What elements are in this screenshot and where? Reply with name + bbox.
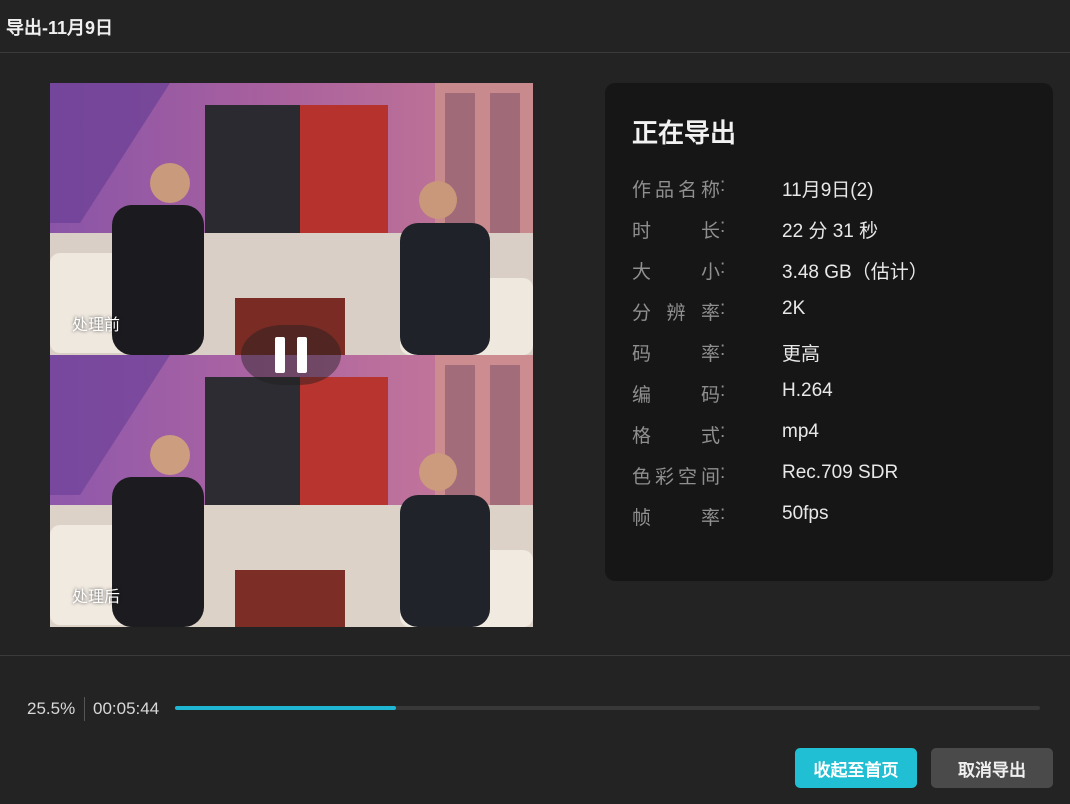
info-key: 大小 bbox=[632, 262, 720, 283]
export-info-panel: 正在导出 作品名称: 11月9日(2) 时长: 22 分 31 秒大小: 3.48 GB… bbox=[605, 83, 1053, 581]
info-key: 格式 bbox=[632, 426, 720, 447]
info-value: 2K bbox=[782, 298, 806, 319]
progress-bar bbox=[175, 706, 1040, 710]
window-title: 导出-11月9日 bbox=[6, 18, 114, 38]
info-row: 作品名称: 11月9日(2) bbox=[632, 175, 1032, 205]
info-value: H.264 bbox=[782, 380, 833, 401]
info-colon: : bbox=[720, 503, 726, 524]
info-value: 50fps bbox=[782, 503, 829, 524]
info-row: 色彩空间: Rec.709 SDR bbox=[632, 462, 1032, 492]
info-key: 时长 bbox=[632, 221, 720, 242]
info-colon: : bbox=[720, 298, 726, 319]
info-colon: : bbox=[720, 462, 726, 483]
info-key: 帧率 bbox=[632, 508, 720, 529]
info-value: 22 分 31 秒 bbox=[782, 221, 879, 242]
label-after: 处理后 bbox=[72, 589, 121, 606]
info-value: Rec.709 SDR bbox=[782, 462, 899, 483]
video-frame-image bbox=[50, 83, 533, 355]
info-value: mp4 bbox=[782, 421, 819, 442]
info-key: 作品名称 bbox=[632, 180, 720, 201]
label-before: 处理前 bbox=[72, 317, 121, 334]
video-preview: 处理前 处理后 bbox=[50, 83, 533, 627]
preview-frame-before: 处理前 bbox=[50, 83, 533, 355]
collapse-to-home-button[interactable]: 收起至首页 bbox=[795, 748, 917, 788]
info-row: 格式: mp4 bbox=[632, 421, 1032, 451]
progress-percent: 25.5% bbox=[27, 699, 76, 718]
info-colon: : bbox=[720, 339, 726, 360]
pause-icon bbox=[269, 337, 313, 373]
info-row: 码率: 更高 bbox=[632, 339, 1032, 369]
progress-fill bbox=[175, 706, 396, 710]
info-colon: : bbox=[720, 175, 726, 196]
info-colon: : bbox=[720, 216, 726, 237]
info-row: 帧率: 50fps bbox=[632, 503, 1032, 533]
info-row: 时长: 22 分 31 秒 bbox=[632, 216, 1032, 246]
pause-button[interactable] bbox=[241, 325, 341, 385]
info-colon: : bbox=[720, 257, 726, 278]
elapsed-time: 00:05:44 bbox=[93, 699, 160, 718]
info-key: 编码 bbox=[632, 385, 720, 406]
info-value: 11月9日(2) bbox=[782, 180, 874, 201]
info-key: 色彩空间 bbox=[632, 467, 720, 488]
video-frame-image bbox=[50, 355, 533, 627]
info-colon: : bbox=[720, 421, 726, 442]
info-value: 3.48 GB（估计） bbox=[782, 262, 928, 283]
info-key: 分辨率 bbox=[632, 303, 720, 324]
title-bar: 导出-11月9日 bbox=[0, 0, 1070, 53]
info-row: 编码: H.264 bbox=[632, 380, 1032, 410]
divider bbox=[0, 655, 1070, 656]
preview-frame-after: 处理后 bbox=[50, 355, 533, 627]
info-row: 分辨率: 2K bbox=[632, 298, 1032, 328]
cancel-export-button[interactable]: 取消导出 bbox=[931, 748, 1053, 788]
progress-divider bbox=[84, 697, 85, 721]
info-row: 大小: 3.48 GB（估计） bbox=[632, 257, 1032, 287]
info-colon: : bbox=[720, 380, 726, 401]
export-status-heading: 正在导出 bbox=[632, 118, 737, 148]
info-key: 码率 bbox=[632, 344, 720, 365]
info-value: 更高 bbox=[782, 344, 821, 365]
